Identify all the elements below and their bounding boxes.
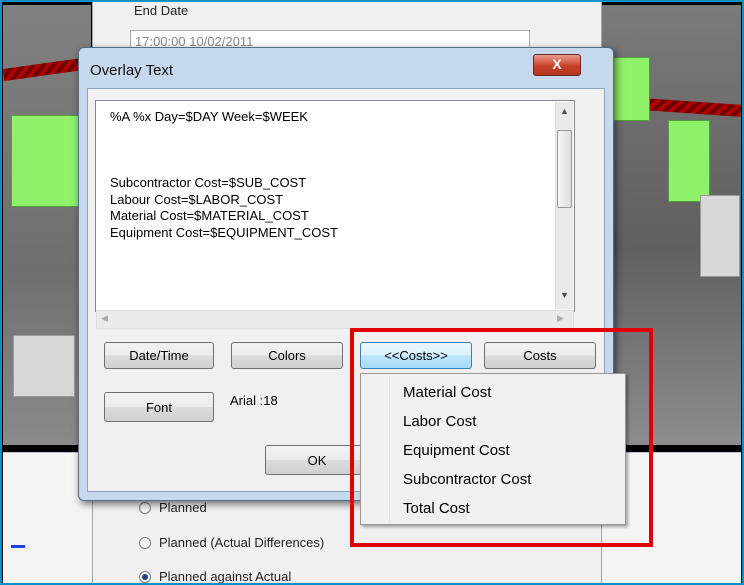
window-frame: [0, 0, 744, 585]
